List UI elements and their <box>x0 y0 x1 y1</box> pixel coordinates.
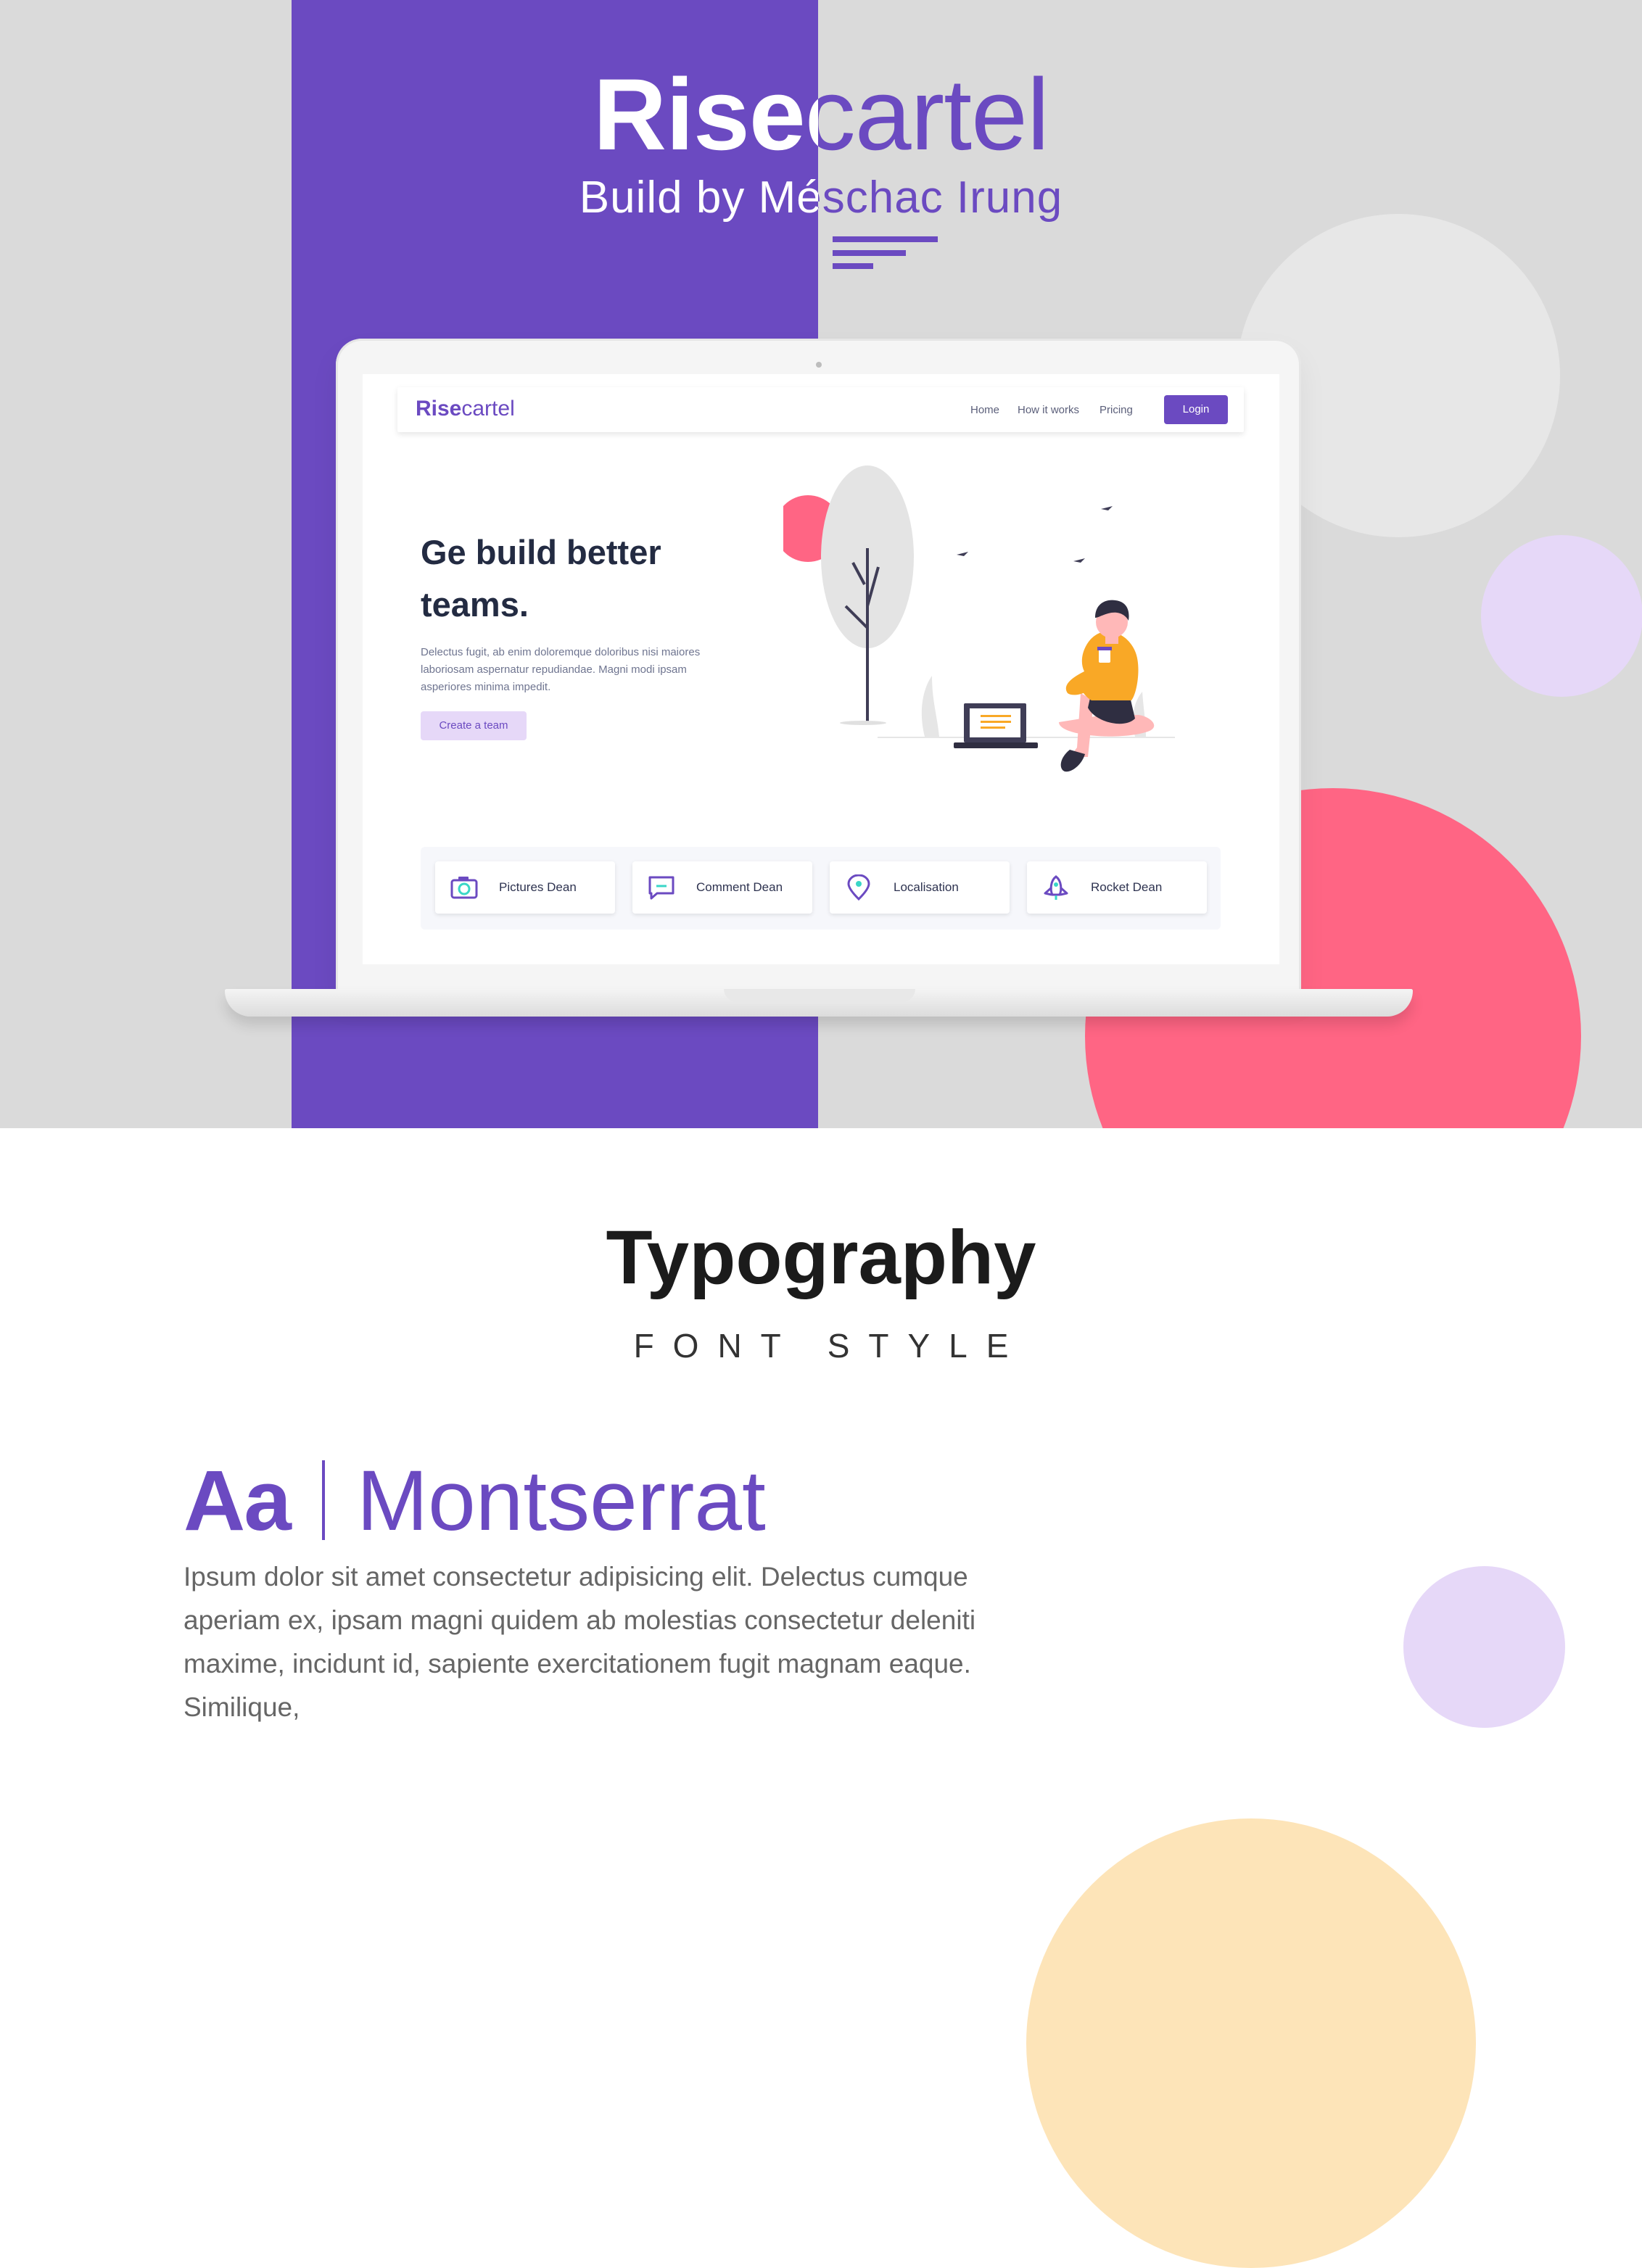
laptop-screen: Risecartel Home How it works Pricing Log… <box>363 374 1279 964</box>
feature-label: Pictures Dean <box>499 880 577 894</box>
brand-title-bold: Rise <box>593 57 806 171</box>
site-logo-light: cartel <box>461 397 515 421</box>
site-navbar: Risecartel Home How it works Pricing Log… <box>397 387 1244 432</box>
feature-label: Rocket Dean <box>1091 880 1163 894</box>
decor-circle-lilac-2 <box>1403 1566 1565 1728</box>
nav-link-home[interactable]: Home <box>970 403 999 418</box>
feature-label: Comment Dean <box>696 880 783 894</box>
person-with-laptop-illustration <box>783 465 1175 772</box>
create-team-button[interactable]: Create a team <box>421 711 527 740</box>
site-headline: Ge build better teams. <box>421 533 661 624</box>
laptop-notch <box>724 989 915 1002</box>
font-sample-aa: Aa <box>183 1453 292 1549</box>
camera-icon <box>450 877 478 899</box>
site-description: Delectus fugit, ab enim doloremque dolor… <box>421 646 701 693</box>
font-sample-divider <box>321 1460 325 1540</box>
brand-title-light: cartel <box>804 57 1049 171</box>
features-bar: Pictures Dean Comment Dean Localisation <box>421 847 1221 930</box>
showcase-section: Risecartel Build by Méschac Irung Riseca… <box>0 0 1642 1128</box>
typography-subtitle: FONT STYLE <box>633 1327 1028 1365</box>
feature-card-comment[interactable]: Comment Dean <box>632 861 812 914</box>
decor-circle-peach <box>1026 1818 1476 2268</box>
site-logo-bold: Rise <box>416 397 462 421</box>
location-pin-icon <box>847 874 870 901</box>
feature-card-pictures[interactable]: Pictures Dean <box>435 861 615 914</box>
font-sample-body: Ipsum dolor sit amet consectetur adipisi… <box>183 1562 976 1722</box>
comment-icon <box>648 876 674 900</box>
feature-card-rocket[interactable]: Rocket Dean <box>1027 861 1207 914</box>
login-button[interactable]: Login <box>1164 395 1228 424</box>
site-logo[interactable]: Risecartel <box>416 396 515 422</box>
decor-circle-lilac <box>1481 535 1642 697</box>
laptop-camera <box>816 362 822 368</box>
brand-header: Risecartel Build by Méschac Irung Riseca… <box>0 0 1642 276</box>
nav-link-how-it-works[interactable]: How it works <box>1018 403 1079 418</box>
rocket-icon <box>1044 875 1068 900</box>
font-sample: Aa Montserrat <box>183 1450 766 1552</box>
feature-card-localisation[interactable]: Localisation <box>830 861 1010 914</box>
typography-title: Typography <box>606 1215 1036 1300</box>
font-name: Montserrat <box>356 1453 766 1549</box>
nav-link-pricing[interactable]: Pricing <box>1100 403 1133 418</box>
feature-label: Localisation <box>894 880 959 894</box>
